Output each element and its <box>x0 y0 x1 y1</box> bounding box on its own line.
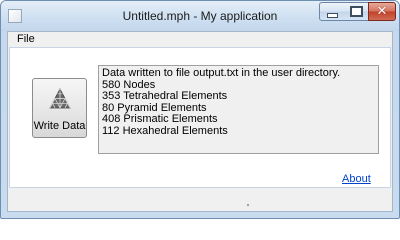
minimize-button[interactable] <box>319 2 345 21</box>
status-bar <box>8 188 392 211</box>
close-icon: ✕ <box>376 4 388 19</box>
about-link[interactable]: About <box>342 173 371 185</box>
menu-file[interactable]: File <box>17 32 35 46</box>
close-button[interactable]: ✕ <box>368 2 396 21</box>
title-bar[interactable]: Untitled.mph - My application ✕ <box>1 1 399 31</box>
mesh-pyramid-icon <box>49 88 71 109</box>
maximize-icon <box>349 6 363 17</box>
output-line: 408 Prismatic Elements <box>102 113 218 125</box>
maximize-button[interactable] <box>344 2 369 21</box>
main-panel: Write Data Data written to file output.t… <box>9 47 391 188</box>
app-window: Untitled.mph - My application ✕ File Wri… <box>0 0 400 219</box>
menu-bar: File <box>8 32 392 46</box>
write-data-label: Write Data <box>33 120 86 132</box>
write-data-button[interactable]: Write Data <box>32 78 87 138</box>
resize-grip <box>247 204 249 206</box>
client-area: File Write Data Data written to file out… <box>7 31 393 212</box>
output-line: 112 Hexahedral Elements <box>102 124 228 137</box>
output-text-area[interactable]: Data written to file output.txt in the u… <box>98 65 379 154</box>
minimize-icon <box>326 12 338 18</box>
output-line: 353 Tetrahedral Elements <box>102 90 228 102</box>
output-line: Data written to file output.txt in the u… <box>102 67 341 79</box>
